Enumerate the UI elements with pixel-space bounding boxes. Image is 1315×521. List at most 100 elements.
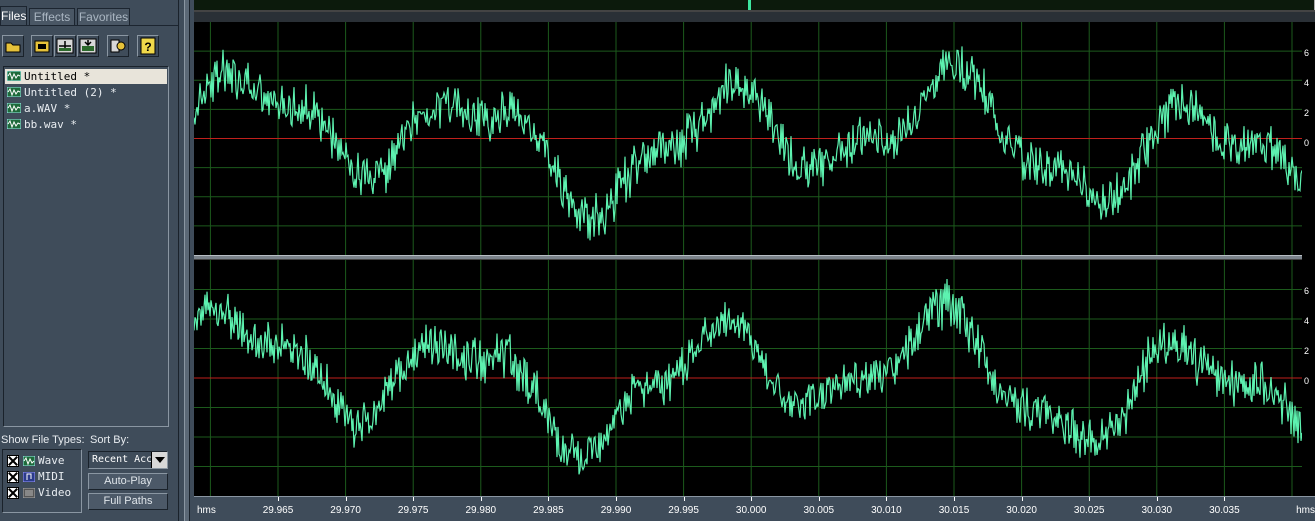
tab-favorites[interactable]: Favorites: [77, 8, 130, 25]
midi-type-icon: [23, 472, 35, 482]
wave-file-icon: [7, 103, 21, 113]
ruler-tick-label: 30.035: [1209, 505, 1240, 516]
amplitude-scale: 6 4 2 0 6 4 2 0: [1302, 22, 1315, 496]
right-channel-waveform[interactable]: [194, 260, 1302, 496]
full-paths-button[interactable]: Full Paths: [88, 493, 168, 510]
tab-effects[interactable]: Effects: [29, 8, 75, 25]
ruler-tick-mark: [548, 497, 550, 501]
ruler-tick-label: 30.000: [735, 505, 767, 516]
ruler-tick-label: 29.995: [668, 505, 699, 516]
tab-files[interactable]: Files: [0, 6, 27, 25]
ruler-tick-mark: [683, 497, 685, 501]
help-button[interactable]: ?: [137, 35, 159, 57]
svg-text:?: ?: [144, 40, 151, 54]
scale-label: 6: [1304, 48, 1310, 58]
file-name: Untitled *: [24, 70, 91, 83]
files-panel: Files Effects Favorites ? Untitled * Unti…: [0, 0, 178, 521]
wave-file-icon: [7, 87, 21, 97]
time-ruler[interactable]: hms hms 29.965 29.970 29.975 29.980 29.985 29…: [194, 496, 1315, 521]
file-list[interactable]: Untitled * Untitled (2) * a.WAV * bb.wav *: [3, 66, 169, 427]
ruler-tick-mark: [616, 497, 617, 501]
sort-settings-icon: [110, 39, 126, 53]
ruler-tick-mark: [1021, 497, 1023, 501]
ruler-tick-label: 30.020: [1006, 505, 1037, 516]
ruler-tick-mark: [886, 497, 888, 501]
ruler-tick-mark: [345, 497, 347, 501]
video-type-icon: [23, 488, 35, 498]
scale-label: 6: [1304, 286, 1310, 296]
ruler-tick-label: 29.975: [397, 505, 429, 516]
waveform-display[interactable]: 6 4 2 0 6 4 2 0 hms hms 29.965 29.970 29.975 29.98…: [194, 0, 1315, 521]
playhead-marker[interactable]: [748, 0, 751, 10]
insert-multitrack-button[interactable]: [54, 35, 76, 57]
ruler-tick-label: 30.010: [871, 505, 902, 516]
video-checkbox[interactable]: [7, 487, 19, 499]
wave-file-icon: [7, 71, 21, 81]
wave-type-row[interactable]: Wave: [7, 454, 65, 468]
sort-by-select[interactable]: Recent Acc: [88, 451, 168, 469]
open-file-button[interactable]: [2, 35, 24, 57]
wave-file-icon: [7, 119, 21, 129]
sort-settings-button[interactable]: [107, 35, 129, 57]
ruler-unit-left: hms: [197, 505, 216, 516]
ruler-tick-mark: [751, 497, 753, 501]
scale-label: 4: [1304, 316, 1310, 326]
file-list-item[interactable]: bb.wav *: [5, 117, 167, 132]
left-channel-waveform[interactable]: [194, 22, 1302, 255]
ruler-tick-mark: [1156, 497, 1158, 501]
panel-splitter[interactable]: [178, 0, 194, 521]
midi-type-row[interactable]: MIDI: [7, 470, 65, 484]
help-icon: ?: [140, 37, 156, 55]
sort-by-value: Recent Acc: [92, 454, 153, 465]
open-folder-icon: [5, 42, 21, 53]
chevron-down-icon[interactable]: [151, 452, 167, 468]
ruler-tick-mark: [818, 497, 820, 501]
auto-play-button[interactable]: Auto-Play: [88, 473, 168, 490]
overview-divider: [194, 12, 1315, 22]
midi-checkbox[interactable]: [7, 471, 19, 483]
ruler-tick-label: 30.030: [1141, 505, 1173, 516]
edit-file-button[interactable]: [77, 35, 99, 57]
file-list-item[interactable]: a.WAV *: [5, 101, 167, 116]
ruler-tick-mark: [278, 497, 279, 501]
ruler-tick-mark: [954, 497, 955, 501]
wave-type-label: Wave: [38, 454, 65, 467]
tab-divider: [0, 25, 178, 26]
ruler-tick-label: 30.005: [803, 505, 835, 516]
ruler-tick-mark: [480, 497, 482, 501]
ruler-unit-right: hms: [1296, 505, 1315, 516]
video-type-row[interactable]: Video: [7, 486, 71, 500]
insert-into-multitrack-icon: [56, 38, 74, 54]
waveform-trace: [194, 278, 1302, 475]
close-file-button[interactable]: [31, 35, 53, 57]
scale-label: 4: [1304, 78, 1310, 88]
scale-label: 2: [1304, 346, 1310, 356]
ruler-tick-mark: [1089, 497, 1091, 501]
overview-strip[interactable]: [194, 0, 1315, 12]
ruler-tick-label: 30.025: [1073, 505, 1105, 516]
ruler-tick-mark: [413, 497, 415, 501]
scale-label: 2: [1304, 108, 1310, 118]
ruler-tick-label: 29.965: [262, 505, 294, 516]
file-list-item[interactable]: Untitled (2) *: [5, 85, 167, 100]
ruler-tick-label: 29.980: [465, 505, 497, 516]
file-types-group: Wave MIDI Video: [2, 449, 82, 513]
video-type-label: Video: [38, 486, 72, 499]
ruler-tick-label: 29.990: [600, 505, 632, 516]
wave-type-icon: [23, 456, 35, 466]
edit-file-icon: [79, 38, 97, 54]
ruler-tick-mark: [1224, 497, 1226, 501]
waveform-trace: [194, 46, 1302, 241]
close-file-icon: [34, 40, 50, 53]
midi-type-label: MIDI: [38, 470, 65, 483]
ruler-tick-label: 29.985: [533, 505, 564, 516]
file-list-item[interactable]: Untitled *: [5, 69, 167, 84]
wave-checkbox[interactable]: [7, 455, 19, 467]
file-name: a.WAV *: [24, 102, 71, 115]
ruler-tick-label: 29.970: [330, 505, 361, 516]
sort-by-label: Sort By:: [90, 434, 130, 446]
file-name: bb.wav *: [24, 118, 77, 131]
scale-label: 0: [1304, 376, 1310, 386]
file-name: Untitled (2) *: [24, 86, 117, 99]
ruler-tick-label: 30.015: [938, 505, 970, 516]
